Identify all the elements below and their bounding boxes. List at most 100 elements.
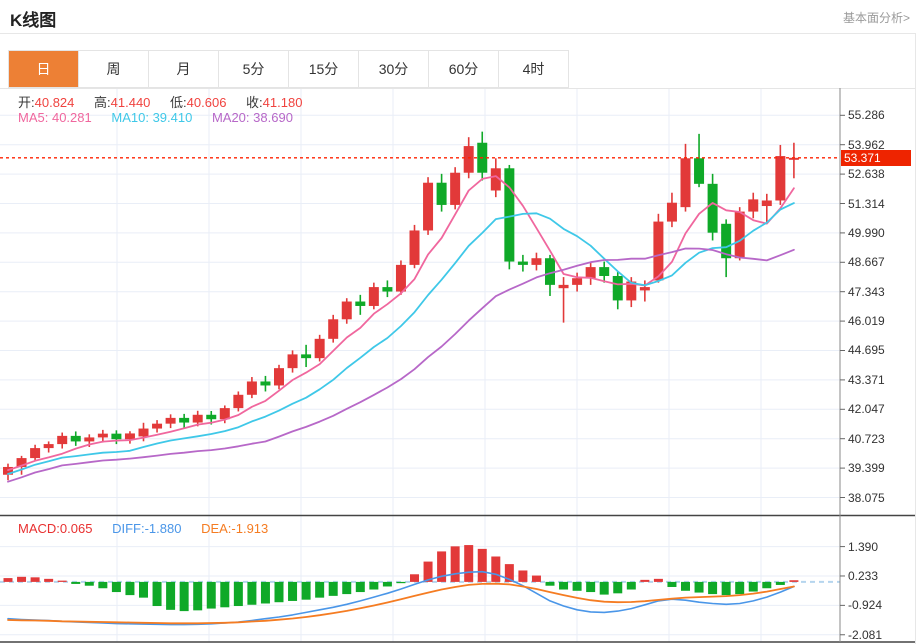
dea-value: -1.913 xyxy=(231,521,268,536)
macd-bar xyxy=(491,557,500,582)
macd-bar xyxy=(17,577,26,582)
candle-body xyxy=(84,437,94,441)
candle-body xyxy=(464,146,474,173)
macd-bar xyxy=(315,582,324,598)
series-line xyxy=(8,203,794,474)
candle-body xyxy=(355,302,365,306)
macd-legend: MACD:0.065 DIFF:-1.880 DEA:-1.913 xyxy=(18,521,284,536)
candle-body xyxy=(586,267,596,278)
macd-bar xyxy=(464,545,473,582)
candle-body xyxy=(531,258,541,265)
macd-bar xyxy=(112,582,121,592)
candle-body xyxy=(260,381,270,385)
macd-bar xyxy=(220,582,229,607)
macd-bar xyxy=(695,582,704,593)
candle-body xyxy=(681,158,691,207)
candle-body xyxy=(179,418,189,423)
macd-bar xyxy=(789,580,798,582)
open-value: 40.824 xyxy=(35,95,75,110)
macd-bar xyxy=(396,582,405,583)
candle-body xyxy=(518,262,528,265)
candle-body xyxy=(559,285,569,288)
candle-body xyxy=(57,436,67,444)
candle-body xyxy=(599,267,609,276)
ma5-label: MA5: xyxy=(18,110,48,125)
high-value: 41.440 xyxy=(111,95,151,110)
ma10-value: 39.410 xyxy=(153,110,193,125)
tab-week[interactable]: 周 xyxy=(79,51,149,87)
macd-bar xyxy=(4,578,13,582)
tab-4hour[interactable]: 4时 xyxy=(499,51,568,87)
macd-bar xyxy=(451,546,460,582)
candle-body xyxy=(504,168,514,261)
candle-body xyxy=(613,276,623,300)
candle-body xyxy=(342,302,352,320)
tab-day[interactable]: 日 xyxy=(9,51,79,87)
candle-body xyxy=(274,368,284,385)
candle-body xyxy=(708,184,718,233)
candle-body xyxy=(572,278,582,285)
axis-label: 42.047 xyxy=(848,403,885,415)
candle-body xyxy=(301,354,311,358)
macd-bar xyxy=(44,579,53,582)
axis-label: 55.286 xyxy=(848,109,885,121)
fundamental-analysis-link[interactable]: 基本面分析> xyxy=(843,9,910,26)
macd-bar xyxy=(247,582,256,605)
candle-body xyxy=(450,173,460,205)
macd-bar xyxy=(627,582,636,590)
tab-60min[interactable]: 60分 xyxy=(429,51,499,87)
axis-label: 48.667 xyxy=(848,256,885,268)
page-title: K线图 xyxy=(10,6,56,31)
high-label: 高: xyxy=(94,95,111,110)
macd-bar xyxy=(749,582,758,592)
tab-15min[interactable]: 15分 xyxy=(289,51,359,87)
dea-label: DEA: xyxy=(201,521,231,536)
macd-bar xyxy=(58,581,67,582)
axis-label: -2.081 xyxy=(848,629,882,641)
macd-bar xyxy=(125,582,134,595)
macd-bar xyxy=(640,580,649,582)
axis-label: 44.695 xyxy=(848,344,885,356)
open-label: 开: xyxy=(18,95,35,110)
ohlc-legend: 开:40.824 高:41.440 低:40.606 收:41.180 xyxy=(18,92,318,111)
macd-bar xyxy=(518,570,527,581)
macd-bar xyxy=(776,582,785,585)
candle-body xyxy=(423,183,433,231)
macd-bar xyxy=(762,582,771,588)
close-label: 收: xyxy=(246,95,263,110)
macd-bar xyxy=(139,582,148,598)
macd-bar xyxy=(559,582,568,590)
candle-body xyxy=(288,354,298,368)
axis-label: 43.371 xyxy=(848,374,885,386)
axis-label: 0.233 xyxy=(848,570,878,582)
tab-5min[interactable]: 5分 xyxy=(219,51,289,87)
main-chart-canvas[interactable] xyxy=(0,88,916,644)
last-price-badge: 53.371 xyxy=(841,150,911,166)
candle-body xyxy=(152,424,162,429)
candle-body xyxy=(762,200,772,206)
candle-body xyxy=(396,265,406,292)
macd-bar xyxy=(410,574,419,582)
macd-bar xyxy=(613,582,622,593)
candle-body xyxy=(44,444,54,448)
candle-body xyxy=(139,429,149,437)
tab-month[interactable]: 月 xyxy=(149,51,219,87)
candle-body xyxy=(98,434,108,438)
macd-bar xyxy=(275,582,284,602)
candle-body xyxy=(694,158,704,184)
macd-bar xyxy=(342,582,351,594)
macd-bar xyxy=(681,582,690,591)
candle-body xyxy=(382,287,392,291)
low-label: 低: xyxy=(170,95,187,110)
macd-bar xyxy=(600,582,609,595)
kline-widget: K线图 基本面分析> 日 周 月 5分 15分 30分 60分 4时 开:40.… xyxy=(0,0,916,644)
macd-bar xyxy=(735,582,744,594)
macd-bar xyxy=(369,582,378,590)
ma20-value: 38.690 xyxy=(253,110,293,125)
axis-label: 47.343 xyxy=(848,286,885,298)
close-value: 41.180 xyxy=(263,95,303,110)
macd-value: 0.065 xyxy=(60,521,93,536)
tab-30min[interactable]: 30分 xyxy=(359,51,429,87)
candle-body xyxy=(748,199,758,211)
axis-label: 49.990 xyxy=(848,227,885,239)
